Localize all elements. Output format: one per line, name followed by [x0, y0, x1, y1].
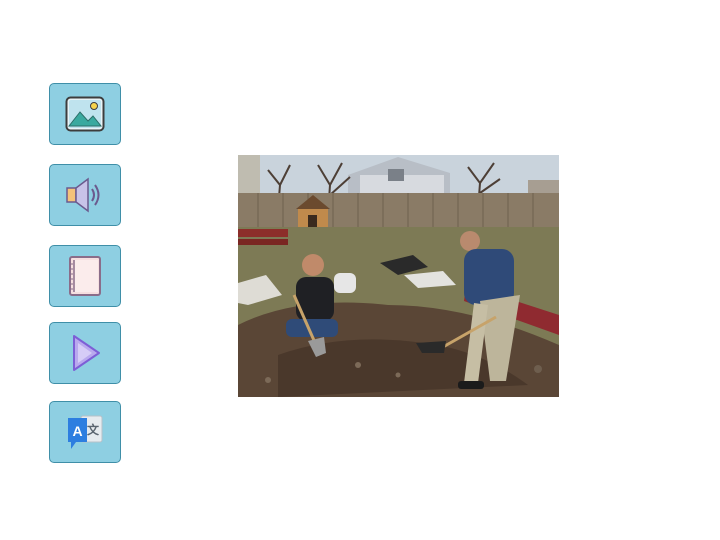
book-icon — [63, 254, 107, 298]
image-button[interactable] — [49, 83, 121, 145]
play-icon — [63, 331, 107, 375]
photo-backyard-digging — [238, 155, 559, 397]
translate-icon: A 文 — [63, 410, 107, 454]
translate-button[interactable]: A 文 — [49, 401, 121, 463]
translate-cjk-glyph: 文 — [87, 422, 100, 437]
translate-latin-glyph: A — [72, 423, 82, 439]
play-button[interactable] — [49, 322, 121, 384]
book-button[interactable] — [49, 245, 121, 307]
app-root: A 文 — [0, 0, 720, 540]
audio-button[interactable] — [49, 164, 121, 226]
speaker-icon — [63, 173, 107, 217]
image-icon — [63, 92, 107, 136]
